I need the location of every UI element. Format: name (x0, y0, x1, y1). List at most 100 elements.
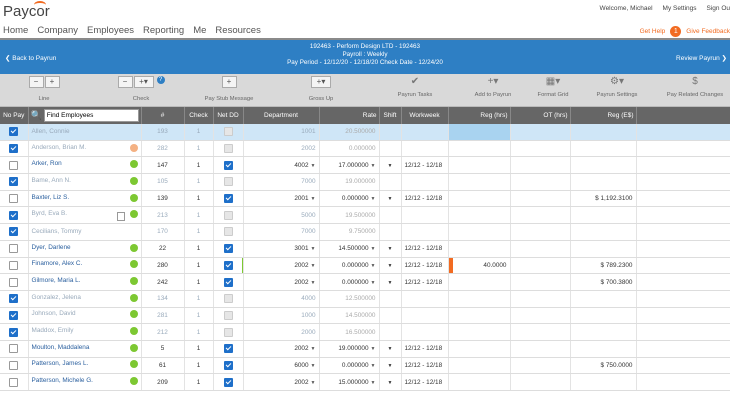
col-reg-dollars[interactable]: Reg (E$) (570, 107, 637, 124)
ot-hrs-cell[interactable] (510, 190, 571, 208)
add-to-payrun-button[interactable]: +▾ Add to Payrun (468, 76, 518, 98)
table-row[interactable]: Arker, Ron 147 1 4002 ▼ 17.000000 ▼ ▼ 12/12 - 12… (0, 156, 730, 175)
reg-dollars-cell[interactable] (570, 206, 637, 225)
checkbox[interactable] (9, 294, 19, 304)
workweek-cell[interactable]: 12/12 - 12/18 (401, 340, 449, 358)
dropdown-arrow-icon[interactable]: ▼ (371, 280, 376, 286)
extra-cell[interactable] (636, 373, 730, 391)
table-row[interactable]: Allen, Connie 193 1 1001 20.500000 (0, 124, 730, 141)
employee-name-link[interactable]: Allen, Connie (32, 128, 70, 135)
col-shift[interactable]: Shift (379, 107, 402, 124)
workweek-cell[interactable] (401, 206, 449, 225)
table-row[interactable]: Gonzalez, Jelena 134 1 4000 12.500000 (0, 290, 730, 308)
ot-hrs-cell[interactable] (510, 156, 571, 175)
department-cell[interactable]: 1001 (243, 124, 320, 141)
dropdown-arrow-icon[interactable]: ▼ (311, 380, 316, 386)
checkbox[interactable] (9, 360, 19, 370)
checkbox[interactable] (9, 127, 19, 137)
dropdown-arrow-icon[interactable]: ▼ (311, 163, 316, 169)
shift-cell[interactable] (379, 206, 402, 225)
checkbox[interactable] (223, 310, 233, 320)
ot-hrs-cell[interactable] (510, 240, 571, 258)
rate-cell[interactable]: 0.000000 ▼ (319, 257, 380, 275)
rate-cell[interactable]: 9.750000 (319, 223, 380, 241)
dropdown-arrow-icon[interactable]: ▼ (371, 363, 376, 369)
checkbox[interactable] (9, 244, 19, 254)
employee-name-link[interactable]: Anderson, Brian M. (32, 144, 87, 151)
workweek-cell[interactable] (401, 323, 449, 341)
rate-cell[interactable]: 0.000000 ▼ (319, 190, 380, 208)
reg-dollars-cell[interactable] (570, 290, 637, 308)
extra-cell[interactable] (636, 223, 730, 241)
department-cell[interactable]: 4002 ▼ (243, 156, 320, 175)
dropdown-arrow-icon[interactable]: ▼ (311, 246, 316, 252)
table-row[interactable]: Moulton, Maddalena 5 1 2002 ▼ 19.000000 ▼ ▼ 12/1… (0, 340, 730, 358)
shift-cell[interactable] (379, 307, 402, 325)
extra-cell[interactable] (636, 124, 730, 141)
reg-hrs-cell[interactable] (448, 307, 511, 325)
sign-out-link[interactable]: Sign Ou (707, 5, 730, 12)
col-workweek[interactable]: Workweek (401, 107, 449, 124)
shift-cell[interactable]: ▼ (379, 340, 402, 358)
rate-cell[interactable]: 0.000000 ▼ (319, 273, 380, 291)
rate-cell[interactable]: 19.500000 (319, 206, 380, 225)
line-remove-button[interactable]: − (28, 76, 44, 88)
ot-hrs-cell[interactable] (510, 124, 571, 141)
col-department[interactable]: Department (243, 107, 320, 124)
extra-cell[interactable] (636, 257, 730, 275)
workweek-cell[interactable] (401, 223, 449, 241)
employee-name-link[interactable]: Bame, Ann N. (32, 177, 71, 184)
department-cell[interactable]: 3001 ▼ (243, 240, 320, 258)
ot-hrs-cell[interactable] (510, 357, 571, 375)
reg-dollars-cell[interactable] (570, 307, 637, 325)
checkbox[interactable] (9, 160, 19, 170)
extra-cell[interactable] (636, 240, 730, 258)
workweek-cell[interactable] (401, 124, 449, 141)
employee-name-link[interactable]: Maddox, Emily (32, 327, 74, 334)
line-add-button[interactable]: + (44, 76, 60, 88)
ot-hrs-cell[interactable] (510, 273, 571, 291)
reg-hrs-cell[interactable] (448, 290, 511, 308)
reg-hrs-cell[interactable] (448, 223, 511, 241)
get-help-link[interactable]: Get Help (640, 28, 666, 35)
checkbox[interactable] (223, 227, 233, 237)
shift-cell[interactable]: ▼ (379, 357, 402, 375)
shift-cell[interactable]: ▼ (379, 257, 402, 275)
department-cell[interactable]: 2000 (243, 323, 320, 341)
shift-cell[interactable]: ▼ (379, 156, 402, 175)
shift-cell[interactable]: ▼ (379, 273, 402, 291)
employee-name-link[interactable]: Cecilians, Tommy (32, 228, 82, 235)
extra-cell[interactable] (636, 206, 730, 225)
checkbox[interactable] (223, 210, 233, 220)
dropdown-arrow-icon[interactable]: ▼ (371, 246, 376, 252)
extra-cell[interactable] (636, 273, 730, 291)
reg-hrs-cell[interactable] (448, 190, 511, 208)
checkbox[interactable] (223, 360, 233, 370)
rate-cell[interactable]: 14.500000 ▼ (319, 240, 380, 258)
employee-name-link[interactable]: Finamore, Alex C. (32, 260, 83, 267)
reg-hrs-cell[interactable] (448, 323, 511, 341)
dropdown-arrow-icon[interactable]: ▼ (311, 196, 316, 202)
col-net-dd[interactable]: Net DD (213, 107, 244, 124)
dropdown-arrow-icon[interactable]: ▼ (371, 163, 376, 169)
employee-name-link[interactable]: Patterson, James L. (32, 360, 89, 367)
rate-cell[interactable]: 19.000000 (319, 173, 380, 191)
reg-dollars-cell[interactable] (570, 124, 637, 141)
check-remove-button[interactable]: − (117, 76, 133, 88)
table-row[interactable]: Gilmore, Maria L. 242 1 2002 ▼ 0.000000 ▼ ▼ 12/1… (0, 273, 730, 291)
checkbox[interactable] (223, 177, 233, 187)
extra-cell[interactable] (636, 307, 730, 325)
table-row[interactable]: Anderson, Brian M. 282 1 2002 0.000000 (0, 140, 730, 158)
extra-cell[interactable] (636, 173, 730, 191)
department-cell[interactable]: 5000 (243, 206, 320, 225)
nav-company[interactable]: Company (37, 25, 78, 36)
checkbox[interactable] (9, 310, 19, 320)
find-employees-input[interactable] (43, 109, 139, 122)
extra-cell[interactable] (636, 323, 730, 341)
employee-name-link[interactable]: Patterson, Michele G. (32, 377, 93, 384)
shift-cell[interactable] (379, 290, 402, 308)
reg-hrs-cell[interactable] (448, 206, 511, 225)
reg-hrs-cell[interactable]: 40.0000 (448, 257, 511, 275)
employee-name-link[interactable]: Gilmore, Maria L. (32, 277, 81, 284)
shift-cell[interactable] (379, 223, 402, 241)
